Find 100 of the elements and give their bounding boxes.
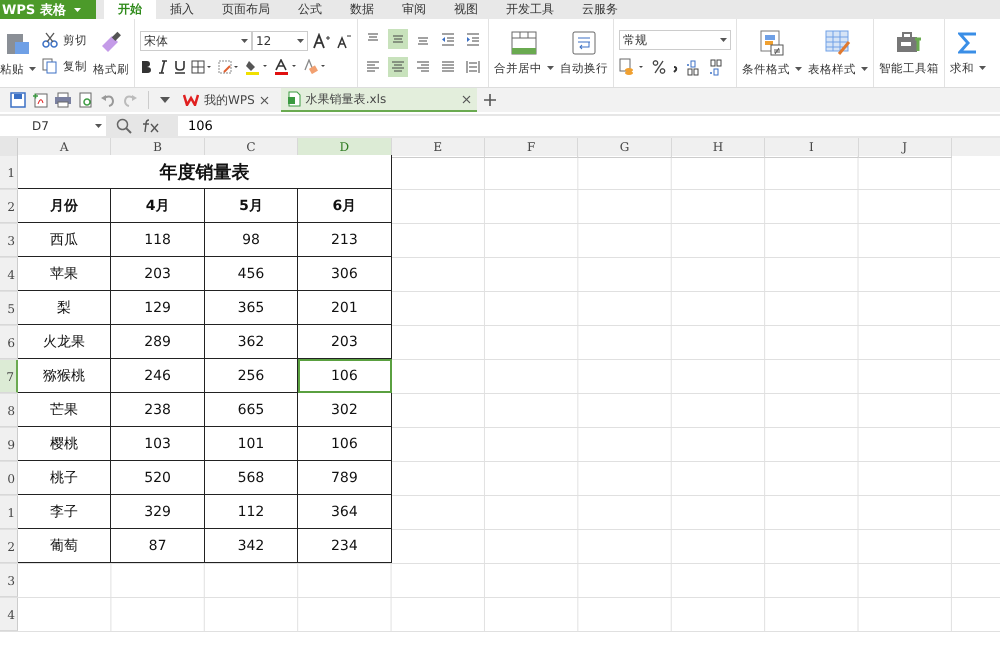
row-header[interactable]: 1 xyxy=(0,496,18,529)
table-style-button[interactable]: 表格样式 xyxy=(808,62,856,76)
row-header[interactable]: 3 xyxy=(0,224,18,257)
name-box[interactable]: D7 xyxy=(0,116,106,136)
table-cell: 201 xyxy=(298,291,392,325)
italic-icon[interactable] xyxy=(157,60,169,74)
caret-icon[interactable] xyxy=(720,38,727,42)
bold-icon[interactable] xyxy=(140,60,152,74)
font-dropdown[interactable]: 宋体 xyxy=(140,31,252,51)
app-menu-button[interactable]: WPS 表格 xyxy=(0,0,96,19)
menu-tab[interactable]: 数据 xyxy=(336,0,388,19)
underline-icon[interactable] xyxy=(174,60,186,74)
caret-icon[interactable] xyxy=(979,66,986,70)
menu-tab[interactable]: 云服务 xyxy=(568,0,632,19)
column-header[interactable]: G xyxy=(578,138,672,158)
print-icon[interactable] xyxy=(54,92,72,108)
close-icon[interactable] xyxy=(260,96,269,104)
caret-icon[interactable] xyxy=(795,67,802,71)
search-icon[interactable] xyxy=(116,118,132,134)
menu-tab[interactable]: 开始 xyxy=(104,0,156,19)
horizontal-align-icon[interactable] xyxy=(388,57,408,77)
cell-style-icon[interactable] xyxy=(218,60,240,74)
merge-center-button[interactable]: 合并居中 xyxy=(494,60,542,76)
save-icon[interactable] xyxy=(10,92,26,108)
font-shrink-icon[interactable] xyxy=(336,33,352,49)
column-header[interactable]: I xyxy=(765,138,859,158)
vertical-align-icon[interactable] xyxy=(388,29,408,49)
document-tab[interactable]: 水果销量表.xls xyxy=(280,88,477,112)
close-icon[interactable] xyxy=(462,94,471,104)
merge-cells-icon[interactable] xyxy=(511,30,537,54)
caret-icon[interactable] xyxy=(74,8,81,12)
font-color-icon[interactable] xyxy=(274,59,298,75)
menu-tab[interactable]: 开发工具 xyxy=(492,0,568,19)
fill-color-icon[interactable] xyxy=(245,59,269,75)
sum-icon[interactable] xyxy=(958,30,978,54)
conditional-format-icon[interactable] xyxy=(760,30,784,56)
wrap-text-icon[interactable] xyxy=(572,30,596,54)
caret-icon[interactable] xyxy=(95,124,102,128)
row-header[interactable]: 0 xyxy=(0,462,18,495)
table-cell: 256 xyxy=(204,359,298,393)
table-cell: 329 xyxy=(111,495,205,529)
row-header[interactable]: 8 xyxy=(0,394,18,427)
table-cell: 665 xyxy=(204,393,298,427)
copy-icon[interactable] xyxy=(42,58,58,74)
print-preview-icon[interactable] xyxy=(78,92,94,108)
caret-icon[interactable] xyxy=(297,39,304,43)
toolbox-button[interactable]: 智能工具箱 xyxy=(879,60,939,76)
undo-icon[interactable] xyxy=(100,92,116,108)
toolbox-icon[interactable] xyxy=(896,30,922,54)
row-header[interactable]: 2 xyxy=(0,530,18,563)
column-header[interactable]: E xyxy=(392,138,485,158)
export-pdf-icon[interactable] xyxy=(32,92,48,108)
paste-button[interactable]: 粘贴 xyxy=(0,62,24,76)
table-cell: 364 xyxy=(298,495,392,529)
number-format-dropdown[interactable]: 常规 xyxy=(619,30,731,50)
format-painter-button[interactable]: 格式刷 xyxy=(93,62,129,76)
row-header[interactable]: 2 xyxy=(0,190,18,223)
copy-button[interactable]: 复制 xyxy=(63,58,87,74)
dropdown-icon[interactable] xyxy=(159,96,171,104)
row-header[interactable]: 4 xyxy=(0,598,18,631)
caret-icon[interactable] xyxy=(29,67,36,71)
table-cell: 238 xyxy=(111,393,205,427)
caret-icon[interactable] xyxy=(241,39,248,43)
row-header[interactable]: 7 xyxy=(0,360,18,393)
wrap-text-button[interactable]: 自动换行 xyxy=(560,60,608,76)
cut-button[interactable]: 剪切 xyxy=(63,32,87,48)
sum-button[interactable]: 求和 xyxy=(950,60,974,76)
caret-icon[interactable] xyxy=(547,66,554,70)
font-grow-icon[interactable] xyxy=(313,33,331,49)
row-header[interactable]: 4 xyxy=(0,258,18,291)
row-header[interactable]: 3 xyxy=(0,564,18,597)
menu-tab[interactable]: 页面布局 xyxy=(208,0,284,19)
table-cell: 李子 xyxy=(18,495,112,529)
scissors-icon[interactable] xyxy=(42,32,58,48)
caret-icon[interactable] xyxy=(861,67,868,71)
borders-icon[interactable] xyxy=(191,60,213,74)
menu-tab[interactable]: 公式 xyxy=(284,0,336,19)
function-icon[interactable] xyxy=(142,119,160,133)
column-header[interactable]: J xyxy=(858,138,952,158)
table-cell: 568 xyxy=(204,461,298,495)
column-header[interactable]: H xyxy=(672,138,766,158)
formula-field[interactable]: 106 xyxy=(178,116,1000,136)
conditional-format-button[interactable]: 条件格式 xyxy=(742,62,790,76)
row-header[interactable]: 6 xyxy=(0,326,18,359)
table-cell: 342 xyxy=(204,529,298,563)
table-cell: 112 xyxy=(204,495,298,529)
menu-tab[interactable]: 视图 xyxy=(440,0,492,19)
table-style-icon[interactable] xyxy=(825,30,851,56)
menu-tab[interactable]: 插入 xyxy=(156,0,208,19)
row-header[interactable]: 9 xyxy=(0,428,18,461)
document-tab[interactable]: 我的WPS xyxy=(177,88,275,112)
row-header[interactable]: 1 xyxy=(0,156,18,189)
font-size-dropdown[interactable]: 12 xyxy=(252,31,308,51)
percent-icon[interactable] xyxy=(652,59,666,75)
add-tab-icon[interactable] xyxy=(482,93,497,107)
row-header[interactable]: 5 xyxy=(0,292,18,325)
table-cell: 362 xyxy=(204,325,298,359)
column-header[interactable]: F xyxy=(484,138,578,158)
clear-format-icon[interactable] xyxy=(303,59,327,75)
menu-tab[interactable]: 审阅 xyxy=(388,0,440,19)
